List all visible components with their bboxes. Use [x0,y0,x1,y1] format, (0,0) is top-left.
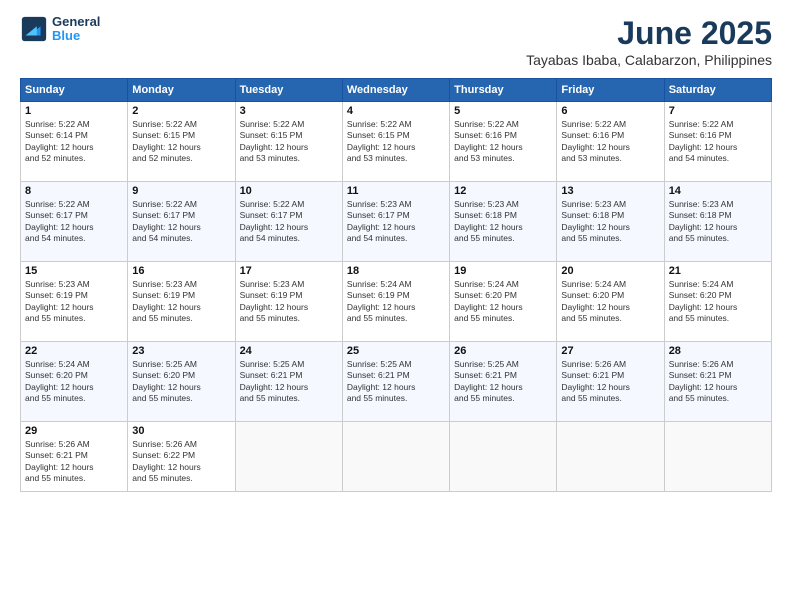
day-11: 11 Sunrise: 5:23 AMSunset: 6:17 PMDaylig… [342,182,449,262]
day-23: 23 Sunrise: 5:25 AMSunset: 6:20 PMDaylig… [128,342,235,422]
day-13: 13 Sunrise: 5:23 AMSunset: 6:18 PMDaylig… [557,182,664,262]
day-7: 7 Sunrise: 5:22 AMSunset: 6:16 PMDayligh… [664,102,771,182]
day-5: 5 Sunrise: 5:22 AMSunset: 6:16 PMDayligh… [450,102,557,182]
calendar-table: Sunday Monday Tuesday Wednesday Thursday… [20,78,772,492]
day-20: 20 Sunrise: 5:24 AMSunset: 6:20 PMDaylig… [557,262,664,342]
day-21: 21 Sunrise: 5:24 AMSunset: 6:20 PMDaylig… [664,262,771,342]
week-row-3: 15 Sunrise: 5:23 AMSunset: 6:19 PMDaylig… [21,262,772,342]
col-thursday: Thursday [450,79,557,102]
day-16: 16 Sunrise: 5:23 AMSunset: 6:19 PMDaylig… [128,262,235,342]
day-10: 10 Sunrise: 5:22 AMSunset: 6:17 PMDaylig… [235,182,342,262]
empty-cell-1 [235,422,342,492]
day-24: 24 Sunrise: 5:25 AMSunset: 6:21 PMDaylig… [235,342,342,422]
weekday-header-row: Sunday Monday Tuesday Wednesday Thursday… [21,79,772,102]
page: General Blue June 2025 Tayabas Ibaba, Ca… [0,0,792,612]
day-28: 28 Sunrise: 5:26 AMSunset: 6:21 PMDaylig… [664,342,771,422]
day-6: 6 Sunrise: 5:22 AMSunset: 6:16 PMDayligh… [557,102,664,182]
day-14: 14 Sunrise: 5:23 AMSunset: 6:18 PMDaylig… [664,182,771,262]
day-19: 19 Sunrise: 5:24 AMSunset: 6:20 PMDaylig… [450,262,557,342]
title-block: June 2025 Tayabas Ibaba, Calabarzon, Phi… [526,15,772,68]
day-9: 9 Sunrise: 5:22 AMSunset: 6:17 PMDayligh… [128,182,235,262]
empty-cell-4 [557,422,664,492]
calendar-title: June 2025 [526,15,772,52]
day-25: 25 Sunrise: 5:25 AMSunset: 6:21 PMDaylig… [342,342,449,422]
col-saturday: Saturday [664,79,771,102]
day-15: 15 Sunrise: 5:23 AMSunset: 6:19 PMDaylig… [21,262,128,342]
day-26: 26 Sunrise: 5:25 AMSunset: 6:21 PMDaylig… [450,342,557,422]
day-29: 29 Sunrise: 5:26 AMSunset: 6:21 PMDaylig… [21,422,128,492]
empty-cell-3 [450,422,557,492]
day-18: 18 Sunrise: 5:24 AMSunset: 6:19 PMDaylig… [342,262,449,342]
logo: General Blue [20,15,100,44]
logo-text: General Blue [52,15,100,44]
logo-line2: Blue [52,29,100,43]
day-3: 3 Sunrise: 5:22 AMSunset: 6:15 PMDayligh… [235,102,342,182]
day-27: 27 Sunrise: 5:26 AMSunset: 6:21 PMDaylig… [557,342,664,422]
week-row-1: 1 Sunrise: 5:22 AMSunset: 6:14 PMDayligh… [21,102,772,182]
col-wednesday: Wednesday [342,79,449,102]
logo-icon [20,15,48,43]
day-17: 17 Sunrise: 5:23 AMSunset: 6:19 PMDaylig… [235,262,342,342]
day-30: 30 Sunrise: 5:26 AMSunset: 6:22 PMDaylig… [128,422,235,492]
calendar-subtitle: Tayabas Ibaba, Calabarzon, Philippines [526,52,772,68]
day-1: 1 Sunrise: 5:22 AMSunset: 6:14 PMDayligh… [21,102,128,182]
week-row-4: 22 Sunrise: 5:24 AMSunset: 6:20 PMDaylig… [21,342,772,422]
day-2: 2 Sunrise: 5:22 AMSunset: 6:15 PMDayligh… [128,102,235,182]
col-friday: Friday [557,79,664,102]
col-monday: Monday [128,79,235,102]
empty-cell-2 [342,422,449,492]
week-row-2: 8 Sunrise: 5:22 AMSunset: 6:17 PMDayligh… [21,182,772,262]
day-4: 4 Sunrise: 5:22 AMSunset: 6:15 PMDayligh… [342,102,449,182]
week-row-5: 29 Sunrise: 5:26 AMSunset: 6:21 PMDaylig… [21,422,772,492]
col-tuesday: Tuesday [235,79,342,102]
header: General Blue June 2025 Tayabas Ibaba, Ca… [20,15,772,68]
logo-line1: General [52,15,100,29]
day-22: 22 Sunrise: 5:24 AMSunset: 6:20 PMDaylig… [21,342,128,422]
col-sunday: Sunday [21,79,128,102]
day-12: 12 Sunrise: 5:23 AMSunset: 6:18 PMDaylig… [450,182,557,262]
empty-cell-5 [664,422,771,492]
day-8: 8 Sunrise: 5:22 AMSunset: 6:17 PMDayligh… [21,182,128,262]
